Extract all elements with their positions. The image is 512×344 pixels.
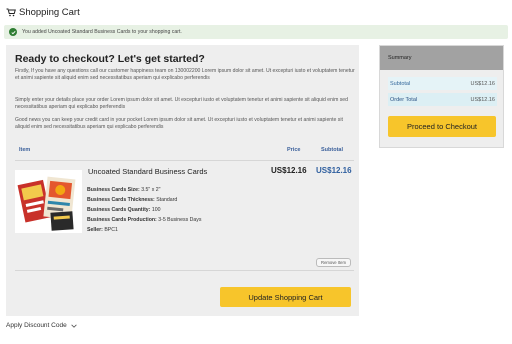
summary-row-order-total: Order Total US$12.16: [388, 93, 497, 106]
option-row: Business Cards Quantity: 100: [87, 207, 161, 213]
divider: [15, 270, 354, 271]
summary-label: Order Total: [390, 96, 418, 103]
order-summary: Summary Subtotal US$12.16 Order Total US…: [379, 45, 504, 148]
details-paragraph: Simply enter your details place your ord…: [15, 97, 348, 110]
option-row: Business Cards Thickness: Standard: [87, 197, 178, 203]
page-header: Shopping Cart: [6, 7, 80, 18]
product-options: Business Cards Size: 3.5" x 2" Business …: [87, 185, 201, 235]
intro-paragraph: Firstly, If you have any questions call …: [15, 68, 355, 81]
chevron-down-icon: [71, 324, 77, 328]
column-header-subtotal: Subtotal: [321, 147, 343, 153]
summary-title: Summary: [380, 46, 503, 70]
product-thumbnail[interactable]: [15, 170, 82, 233]
summary-value: US$12.16: [470, 80, 495, 87]
cart-panel: Ready to checkout? Let's get started? Fi…: [6, 45, 359, 316]
option-row: Business Cards Size: 3.5" x 2": [87, 187, 161, 193]
column-header-price: Price: [287, 147, 301, 153]
option-row: Business Cards Production: 3-5 Business …: [87, 217, 202, 223]
summary-row-subtotal: Subtotal US$12.16: [388, 77, 497, 90]
column-header-item: Item: [19, 147, 31, 153]
discount-toggle[interactable]: Apply Discount Code: [6, 322, 77, 329]
payment-paragraph: Good news you can keep your credit card …: [15, 117, 343, 130]
checkout-heading: Ready to checkout? Let's get started?: [15, 53, 205, 65]
page-title: Shopping Cart: [19, 7, 80, 18]
discount-label: Apply Discount Code: [6, 322, 67, 329]
proceed-to-checkout-button[interactable]: Proceed to Checkout: [388, 116, 496, 137]
remove-item-button[interactable]: Remove Item: [316, 258, 351, 267]
product-name[interactable]: Uncoated Standard Business Cards: [88, 167, 207, 176]
product-price: US$12.16: [271, 166, 307, 175]
check-icon: [9, 28, 17, 36]
cart-icon: [6, 8, 16, 17]
option-row: Seller: BPC1: [87, 227, 118, 233]
summary-value: US$12.16: [470, 96, 495, 103]
update-cart-button[interactable]: Update Shopping Cart: [220, 287, 351, 307]
divider: [15, 160, 354, 161]
success-notice: You added Uncoated Standard Business Car…: [4, 25, 508, 39]
product-subtotal: US$12.16: [316, 166, 352, 175]
summary-label: Subtotal: [390, 80, 411, 87]
notice-text: You added Uncoated Standard Business Car…: [22, 29, 182, 35]
